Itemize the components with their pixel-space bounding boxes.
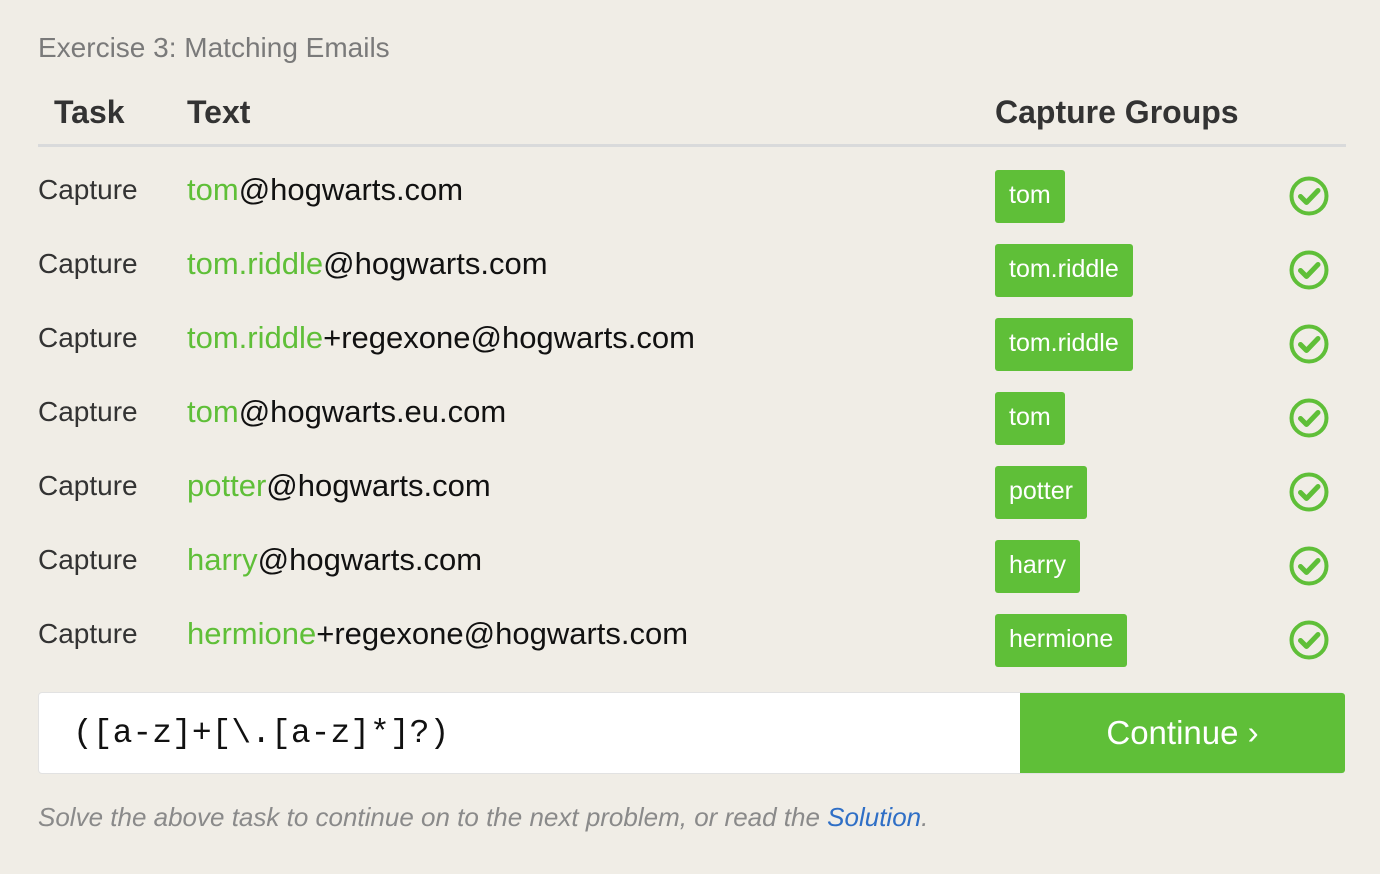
regex-input-bar: Continue › — [38, 692, 1345, 774]
matched-text: tom — [187, 172, 239, 207]
task-label: Capture — [38, 322, 138, 353]
task-text: tom.riddle+regexone@hogwarts.com — [187, 320, 695, 356]
capture-group-chip: hermione — [995, 614, 1128, 667]
capture-group-chip: tom.riddle — [995, 318, 1133, 371]
task-row: Capture tom.riddle+regexone@hogwarts.com… — [0, 318, 1380, 392]
check-circle-icon — [1289, 324, 1329, 364]
capture-group-chip: potter — [995, 466, 1087, 519]
matched-text: potter — [187, 468, 267, 503]
check-circle-icon — [1289, 546, 1329, 586]
task-row: Capture harry@hogwarts.com harry — [0, 540, 1380, 614]
task-label: Capture — [38, 248, 138, 279]
exercise-title: Exercise 3: Matching Emails — [38, 32, 390, 63]
continue-button[interactable]: Continue › — [1020, 693, 1345, 773]
task-label: Capture — [38, 174, 138, 205]
check-circle-icon — [1289, 472, 1329, 512]
task-row: Capture hermione+regexone@hogwarts.com h… — [0, 614, 1380, 688]
unmatched-text: @hogwarts.eu.com — [238, 394, 507, 429]
unmatched-text: @hogwarts.com — [323, 246, 548, 281]
unmatched-text: @hogwarts.com — [257, 542, 483, 577]
task-label: Capture — [38, 618, 138, 649]
task-label: Capture — [38, 470, 138, 501]
task-row: Capture tom@hogwarts.com tom — [0, 170, 1380, 244]
capture-group-chip: tom.riddle — [995, 244, 1133, 297]
footer-hint: Solve the above task to continue on to t… — [38, 802, 928, 833]
matched-text: hermione — [187, 616, 317, 651]
capture-group-chip: harry — [995, 540, 1080, 593]
unmatched-text: +regexone@hogwarts.com — [323, 320, 695, 355]
check-circle-icon — [1289, 250, 1329, 290]
task-label: Capture — [38, 544, 138, 575]
task-row: Capture tom@hogwarts.eu.com tom — [0, 392, 1380, 466]
task-text: potter@hogwarts.com — [187, 468, 491, 504]
matched-text: tom.riddle — [187, 320, 324, 355]
task-row: Capture potter@hogwarts.com potter — [0, 466, 1380, 540]
task-text: tom@hogwarts.eu.com — [187, 394, 506, 430]
task-text: harry@hogwarts.com — [187, 542, 482, 578]
solution-link[interactable]: Solution — [827, 802, 921, 832]
column-header-task: Task — [54, 94, 125, 130]
footer-text: Solve the above task to continue on to t… — [38, 802, 828, 832]
check-circle-icon — [1289, 620, 1329, 660]
check-circle-icon — [1289, 176, 1329, 216]
matched-text: harry — [187, 542, 258, 577]
unmatched-text: @hogwarts.com — [238, 172, 464, 207]
task-label: Capture — [38, 396, 138, 427]
matched-text: tom — [187, 394, 239, 429]
task-text: hermione+regexone@hogwarts.com — [187, 616, 688, 652]
task-text: tom.riddle@hogwarts.com — [187, 246, 548, 282]
exercise-page: Exercise 3: Matching Emails Task Text Ca… — [0, 0, 1380, 874]
header-divider — [38, 144, 1346, 147]
task-row: Capture tom.riddle@hogwarts.com tom.ridd… — [0, 244, 1380, 318]
unmatched-text: @hogwarts.com — [266, 468, 491, 503]
capture-group-chip: tom — [995, 392, 1065, 445]
matched-text: tom.riddle — [187, 246, 324, 281]
check-circle-icon — [1289, 398, 1329, 438]
unmatched-text: +regexone@hogwarts.com — [316, 616, 689, 651]
regex-input[interactable] — [39, 693, 1019, 773]
task-text: tom@hogwarts.com — [187, 172, 463, 208]
footer-suffix: . — [921, 802, 929, 832]
column-header-capture-groups: Capture Groups — [995, 94, 1239, 130]
capture-group-chip: tom — [995, 170, 1065, 223]
column-header-text: Text — [187, 94, 251, 130]
